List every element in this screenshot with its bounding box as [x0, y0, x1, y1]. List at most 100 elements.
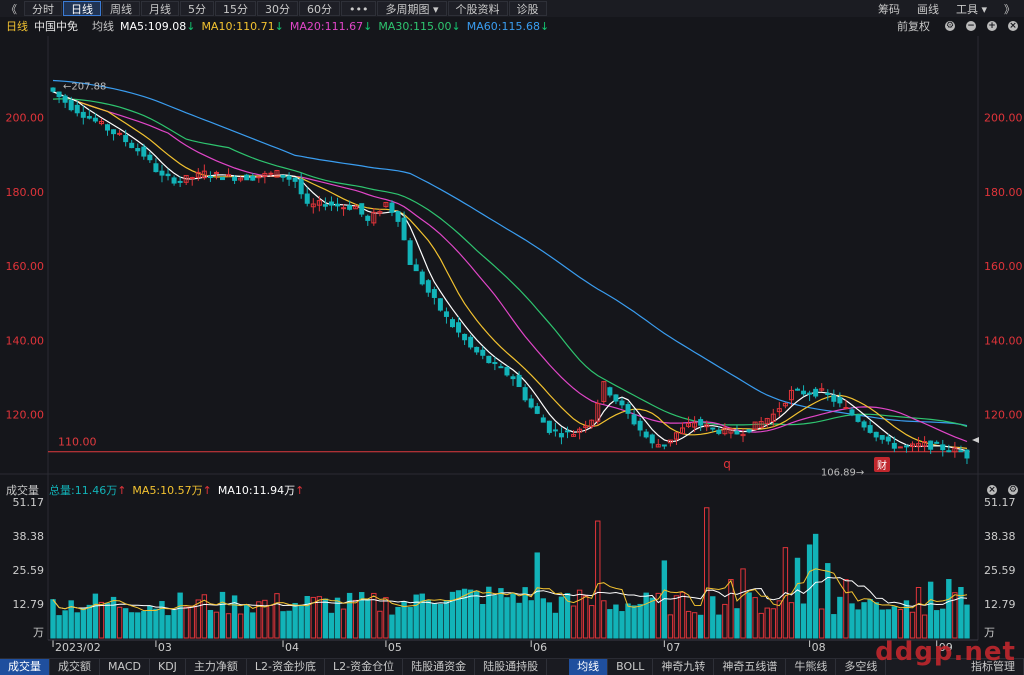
toolbar-right-0[interactable]: 筹码	[870, 1, 908, 16]
period-tab-7[interactable]: 60分	[299, 1, 340, 16]
ma10-value: MA10:110.71	[201, 19, 275, 33]
volume-bar	[207, 609, 214, 639]
candle	[462, 333, 468, 341]
settings-icon[interactable]: ⚙	[945, 21, 955, 31]
zoom-in-icon[interactable]: +	[987, 21, 997, 31]
period-tab-6[interactable]: 30分	[257, 1, 298, 16]
volume-bar	[861, 602, 867, 639]
volume-bar	[98, 601, 105, 639]
candle	[837, 397, 843, 404]
indicator-tab-2[interactable]: MACD	[100, 659, 150, 675]
volume-bar	[704, 507, 710, 639]
volume-bar	[964, 604, 970, 639]
volume-bar	[213, 611, 220, 639]
volume-bar	[855, 609, 861, 639]
candle	[885, 436, 891, 442]
period-tab-4[interactable]: 5分	[180, 1, 214, 16]
indicator-tab-12[interactable]: 神奇五线谱	[714, 659, 787, 675]
indicator-tab-13[interactable]: 牛熊线	[786, 659, 837, 675]
candle	[347, 205, 353, 210]
candle	[558, 433, 564, 438]
candle	[498, 366, 504, 369]
indicator-tab-11[interactable]: 神奇九转	[653, 659, 715, 675]
indicator-tab-3[interactable]: KDJ	[150, 659, 186, 675]
volume-bar	[958, 587, 964, 639]
candle	[431, 289, 437, 298]
candle	[159, 170, 165, 176]
price-tick-left: 180.00	[6, 186, 45, 199]
indicator-tab-10[interactable]: BOLL	[608, 659, 654, 675]
candle	[934, 441, 940, 444]
candle	[443, 311, 449, 317]
volume-bar	[122, 608, 129, 639]
close-icon[interactable]: ×	[1008, 21, 1018, 31]
toolbar-right-1[interactable]: 画线	[909, 1, 947, 16]
volume-bar	[316, 596, 323, 639]
candle	[256, 176, 262, 179]
volume-bar	[328, 612, 335, 639]
candle	[855, 415, 861, 422]
indicator-tab-6[interactable]: L2-资金仓位	[325, 659, 404, 675]
indicator-tab-4[interactable]: 主力净额	[186, 659, 247, 675]
period-tab-3[interactable]: 月线	[141, 1, 179, 16]
period-tab-1[interactable]: 日线	[63, 1, 101, 16]
period-tab-11[interactable]: 诊股	[508, 1, 547, 16]
candle	[153, 163, 159, 173]
volume-bar	[334, 597, 341, 639]
volume-bar	[183, 606, 189, 639]
price-tick-right: 160.00	[984, 260, 1023, 273]
volume-bar	[346, 592, 353, 639]
volume-bar	[746, 592, 752, 639]
volume-bar	[528, 600, 534, 639]
period-tab-8[interactable]: •••	[341, 1, 377, 16]
settings-icon[interactable]: ⚙	[1008, 485, 1018, 495]
volume-bar	[431, 603, 438, 639]
toolbar-right-2[interactable]: 工具 ▾	[948, 1, 995, 16]
candle	[831, 395, 837, 402]
candle	[165, 173, 171, 177]
candle	[328, 201, 334, 206]
adjust-selector[interactable]: 前复权	[897, 18, 930, 34]
period-tab-10[interactable]: 个股资料	[447, 1, 508, 16]
period-tab-0[interactable]: 分时	[24, 1, 62, 16]
period-tab-5[interactable]: 15分	[215, 1, 256, 16]
candle	[940, 444, 946, 451]
indicator-tab-8[interactable]: 陆股通持股	[475, 659, 548, 675]
volume-bar	[576, 589, 583, 639]
nav-back-button[interactable]: 《	[0, 1, 23, 16]
indicator-tab-9[interactable]: 均线	[569, 659, 609, 675]
volume-bar	[56, 615, 62, 639]
volume-bar	[873, 602, 879, 639]
volume-bar	[643, 592, 649, 639]
low-price-label: 106.89→	[821, 467, 864, 478]
indicator-tab-0[interactable]: 成交量	[0, 659, 50, 675]
candle	[177, 180, 183, 183]
stock-name[interactable]: 中国中免	[34, 18, 78, 34]
candle	[746, 429, 752, 433]
volume-bar	[710, 596, 716, 639]
kline-chart-area[interactable]: 200.00 200.00 180.00 180.00 160.00 160.00 140.…	[0, 0, 1024, 674]
period-tab-9[interactable]: 多周期图 ▾	[377, 1, 447, 16]
indicator-tab-5[interactable]: L2-资金抄底	[247, 659, 326, 675]
volume-bar	[819, 608, 825, 639]
volume-bar	[467, 589, 474, 639]
period-tab-2[interactable]: 周线	[102, 1, 140, 16]
candle	[50, 87, 56, 92]
indicator-tab-7[interactable]: 陆股通资金	[403, 659, 476, 675]
candle	[141, 146, 147, 157]
toolbar-right-3[interactable]: 》	[996, 1, 1023, 16]
zoom-out-icon[interactable]: −	[966, 21, 976, 31]
close-icon[interactable]: ×	[987, 485, 997, 495]
ma-label[interactable]: 均线	[92, 18, 114, 34]
volume-bar	[292, 602, 298, 639]
volume-bar	[716, 614, 722, 639]
volume-label[interactable]: 成交量	[6, 482, 39, 498]
volume-bar	[250, 612, 256, 639]
indicator-tab-1[interactable]: 成交额	[50, 659, 100, 675]
price-tick-right: 180.00	[984, 186, 1023, 199]
x-axis-label: 03	[158, 641, 172, 654]
ma20-value: MA20:111.67	[289, 19, 364, 33]
candle	[359, 203, 365, 215]
candle	[207, 176, 213, 179]
volume-bar	[891, 606, 898, 639]
